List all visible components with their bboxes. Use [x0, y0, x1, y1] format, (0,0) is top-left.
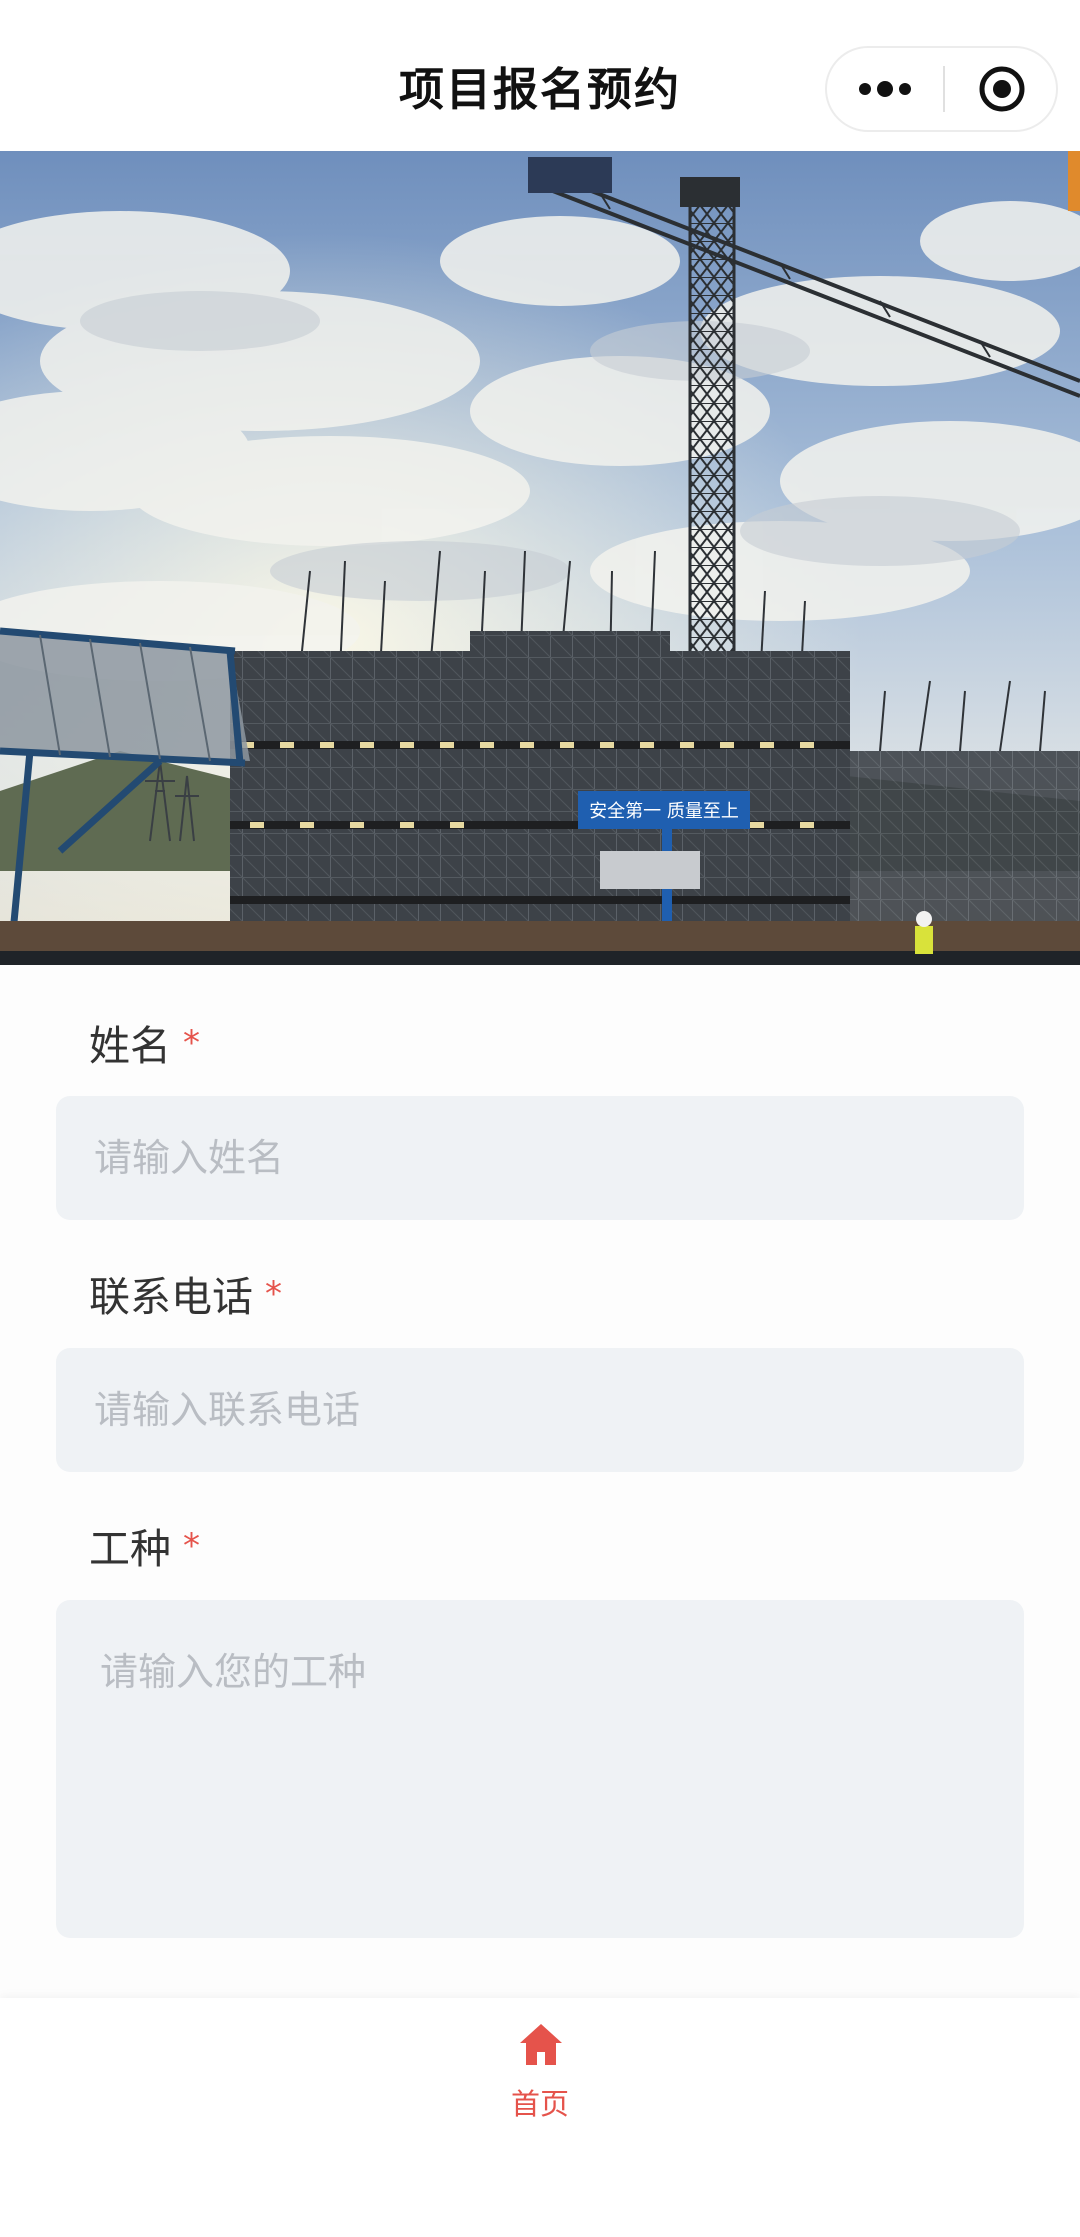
name-input-placeholder: 请输入姓名	[94, 1136, 285, 1180]
required-mark: *	[265, 1274, 282, 1314]
navigation-bar: 项目报名预约	[0, 0, 1080, 151]
required-mark: *	[183, 1526, 200, 1566]
trade-label-row: 工种 *	[89, 1518, 200, 1577]
site-sign-text: 安全第一 质量至上	[589, 801, 739, 822]
mini-program-capsule	[825, 46, 1058, 132]
construction-site-illustration: 安全第一 质量至上	[0, 151, 1080, 965]
phone-input-placeholder: 请输入联系电话	[94, 1388, 361, 1432]
trade-label: 工种	[89, 1525, 171, 1573]
banner-image: 安全第一 质量至上	[0, 151, 1080, 965]
phone-label-row: 联系电话 *	[89, 1266, 282, 1325]
tab-home[interactable]: 首页	[480, 2022, 600, 2132]
home-icon	[520, 2024, 562, 2065]
name-label: 姓名	[89, 1022, 171, 1070]
phone-label: 联系电话	[89, 1273, 253, 1321]
more-dots-icon	[859, 81, 911, 97]
required-mark: *	[183, 1023, 200, 1063]
close-button[interactable]	[945, 48, 1058, 130]
more-button[interactable]	[827, 48, 943, 130]
trade-textarea-placeholder: 请输入您的工种	[100, 1650, 367, 1694]
mini-program-close-icon	[979, 66, 1024, 112]
tab-home-label: 首页	[510, 2087, 569, 2121]
phone-input[interactable]: 请输入联系电话	[56, 1348, 1024, 1472]
name-label-row: 姓名 *	[89, 1015, 200, 1074]
name-input[interactable]: 请输入姓名	[56, 1096, 1024, 1220]
app-root: 项目报名预约 安全第一 质量至上 姓名 * 请输入姓名 联系电话 * 请输入联系…	[0, 0, 1080, 2237]
trade-textarea[interactable]: 请输入您的工种	[56, 1600, 1024, 1938]
